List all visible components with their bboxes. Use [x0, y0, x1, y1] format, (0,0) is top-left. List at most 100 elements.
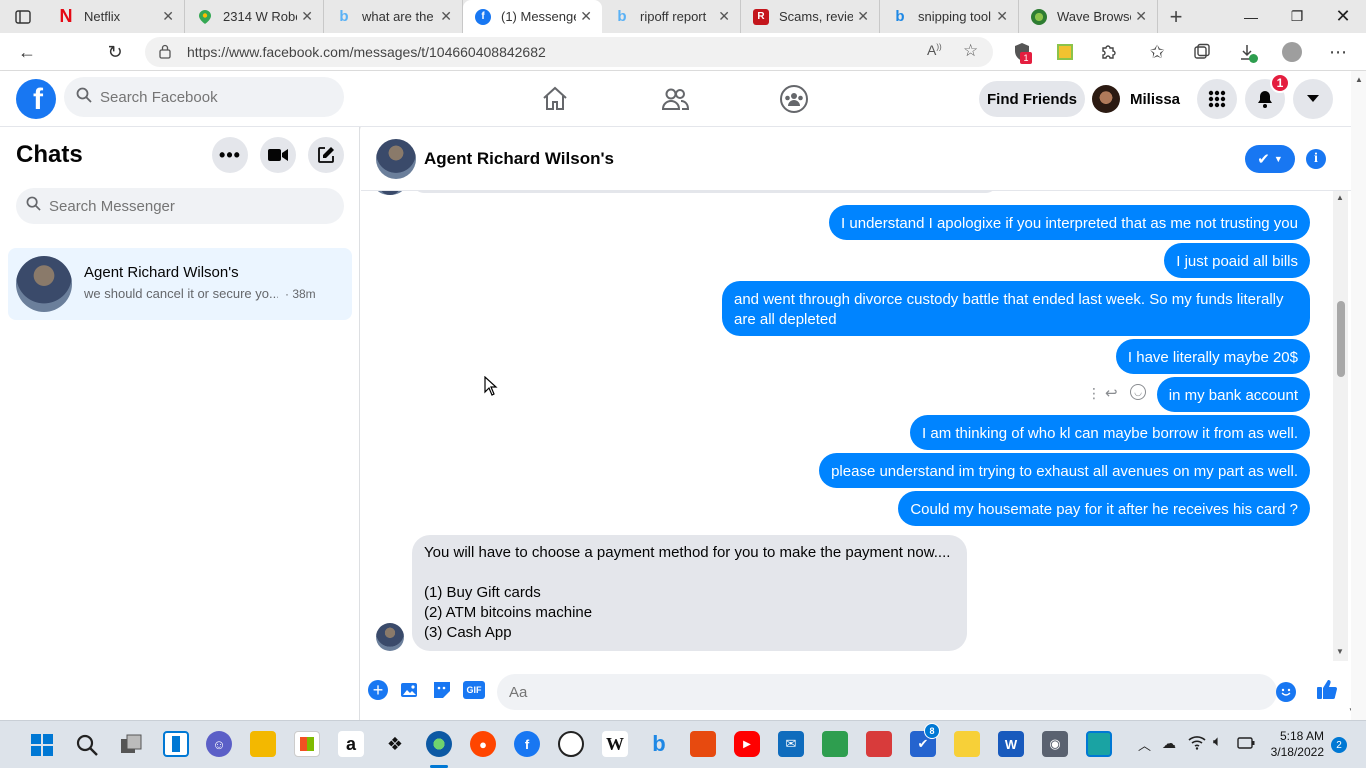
browser-tab[interactable]: Wave Browse ✕ [1019, 0, 1158, 33]
chat-list-item[interactable]: Agent Richard Wilson's we should cancel … [8, 248, 352, 320]
reddit-icon[interactable]: ● [470, 731, 496, 757]
profile-chip[interactable]: Milissa [1092, 81, 1180, 117]
browser-tab[interactable]: b snipping tool ✕ [880, 0, 1019, 33]
info-icon[interactable]: i [1306, 149, 1326, 169]
browser-tab-active[interactable]: f (1) Messenge ✕ [463, 0, 602, 33]
dropbox-icon[interactable]: ❖ [382, 731, 408, 757]
wifi-icon[interactable] [1188, 734, 1206, 753]
battery-icon[interactable] [1237, 736, 1255, 754]
scroll-down-icon[interactable]: ▼ [1336, 647, 1344, 656]
camera-icon[interactable]: ◉ [1042, 731, 1068, 757]
clock-time[interactable]: 5:18 AM [1268, 729, 1324, 743]
more-menu-icon[interactable]: ⋯ [1327, 41, 1349, 63]
account-dropdown-icon[interactable] [1293, 79, 1333, 119]
close-tab-icon[interactable]: ✕ [162, 8, 174, 25]
read-aloud-icon[interactable]: A)) [927, 42, 942, 58]
clock-date[interactable]: 3/18/2022 [1268, 745, 1324, 759]
browser-tab[interactable]: 2314 W Robe ✕ [185, 0, 324, 33]
lock-icon[interactable] [159, 44, 171, 62]
close-window-icon[interactable]: ✕ [1320, 0, 1366, 33]
address-bar[interactable]: https://www.facebook.com/messages/t/1046… [145, 37, 993, 67]
close-tab-icon[interactable]: ✕ [580, 8, 592, 25]
app-circle-icon[interactable] [558, 731, 584, 757]
onedrive-icon[interactable]: ☁ [1162, 735, 1176, 752]
widgets-icon[interactable] [163, 731, 189, 757]
office-icon[interactable] [690, 731, 716, 757]
contact-avatar[interactable] [376, 139, 416, 179]
sticky-notes-icon[interactable] [954, 731, 980, 757]
back-icon[interactable]: ← [14, 39, 40, 65]
friends-nav-icon[interactable] [620, 77, 730, 121]
conversation-title[interactable]: Agent Richard Wilson's [424, 149, 614, 169]
note-extension-icon[interactable] [1054, 41, 1076, 63]
teams-chat-icon[interactable]: ☺ [206, 731, 232, 757]
message-bubble-outgoing[interactable]: I just poaid all bills [1164, 243, 1310, 278]
favorite-star-icon[interactable]: ☆ [963, 41, 978, 61]
emoji-icon[interactable] [1276, 682, 1296, 702]
browser-tab[interactable]: b what are the ✕ [324, 0, 463, 33]
edge-browser-icon[interactable] [426, 731, 452, 757]
snipping-tool-icon[interactable] [1086, 731, 1112, 757]
browser-tab[interactable]: RScams, review✕ [741, 0, 880, 33]
message-bubble-outgoing[interactable]: please understand im trying to exhaust a… [819, 453, 1310, 488]
message-more-icon[interactable]: ⋮ [1087, 385, 1101, 402]
message-bubble-incoming[interactable] [413, 191, 997, 193]
message-input[interactable] [497, 674, 1296, 710]
task-view-icon[interactable] [119, 733, 143, 762]
bing-icon[interactable]: b [646, 731, 672, 757]
wikipedia-icon[interactable]: W [602, 731, 628, 757]
shield-extension-icon[interactable]: 1 [1011, 41, 1033, 64]
notification-center-badge[interactable]: 2 [1331, 737, 1347, 753]
tab-actions-icon[interactable] [0, 0, 46, 33]
facebook-search-input[interactable] [100, 88, 320, 106]
close-tab-icon[interactable]: ✕ [996, 8, 1008, 25]
reply-icon[interactable]: ↩ [1105, 384, 1118, 402]
close-tab-icon[interactable]: ✕ [718, 8, 730, 25]
message-bubble-outgoing[interactable]: and went through divorce custody battle … [722, 281, 1310, 336]
extensions-puzzle-icon[interactable] [1098, 41, 1120, 63]
downloads-icon[interactable] [1236, 41, 1258, 63]
facebook-logo[interactable]: f [16, 79, 56, 119]
like-thumbs-up-icon[interactable] [1316, 678, 1338, 705]
youtube-icon[interactable]: ▶ [734, 731, 760, 757]
home-nav-icon[interactable] [500, 77, 610, 121]
facebook-search[interactable] [64, 77, 344, 117]
groups-nav-icon[interactable] [739, 77, 849, 121]
minimize-icon[interactable]: — [1228, 0, 1274, 33]
restore-icon[interactable]: ❐ [1274, 0, 1320, 33]
gif-icon[interactable]: GIF [463, 681, 485, 699]
news-app-icon[interactable] [866, 731, 892, 757]
messenger-search[interactable] [16, 188, 344, 224]
profile-avatar-icon[interactable] [1281, 41, 1303, 63]
chat-app-icon[interactable] [822, 731, 848, 757]
amazon-icon[interactable]: a [338, 731, 364, 757]
add-plus-icon[interactable]: + [368, 680, 388, 700]
message-text-field[interactable] [509, 683, 1249, 701]
chevron-up-icon[interactable]: ︿ [1138, 735, 1151, 754]
find-friends-button[interactable]: Find Friends [979, 81, 1085, 117]
refresh-icon[interactable]: ↻ [102, 39, 128, 65]
message-bubble-outgoing[interactable]: I understand I apologixe if you interpre… [829, 205, 1310, 240]
browser-tab[interactable]: N Netflix ✕ [46, 0, 185, 33]
message-bubble-incoming[interactable]: You will have to choose a payment method… [412, 535, 967, 651]
file-explorer-icon[interactable] [250, 731, 276, 757]
notifications-bell-icon[interactable]: 1 [1245, 73, 1290, 119]
favorites-icon[interactable]: ✩ [1146, 41, 1168, 63]
close-tab-icon[interactable]: ✕ [857, 8, 869, 25]
message-bubble-outgoing[interactable]: Could my housemate pay for it after he r… [898, 491, 1310, 526]
scroll-up-icon[interactable]: ▲ [1336, 193, 1344, 202]
message-bubble-outgoing[interactable]: I am thinking of who kl can maybe borrow… [910, 415, 1310, 450]
menu-grid-icon[interactable] [1197, 79, 1237, 119]
scroll-up-icon[interactable]: ▲ [1355, 75, 1363, 84]
close-tab-icon[interactable]: ✕ [440, 8, 452, 25]
collections-icon[interactable] [1191, 41, 1213, 63]
new-message-icon[interactable] [308, 137, 344, 173]
react-smiley-icon[interactable]: ◡ [1130, 384, 1146, 400]
word-icon[interactable]: W [998, 731, 1024, 757]
new-tab-button[interactable]: + [1158, 4, 1194, 30]
page-scrollbar[interactable]: ▲ [1351, 71, 1366, 720]
chat-options-icon[interactable]: ••• [212, 137, 248, 173]
message-bubble-outgoing[interactable]: in my bank account [1156, 377, 1310, 412]
mark-done-button[interactable]: ✔ ▼ [1245, 145, 1295, 173]
browser-tab[interactable]: b ripoff report ✕ [602, 0, 741, 33]
